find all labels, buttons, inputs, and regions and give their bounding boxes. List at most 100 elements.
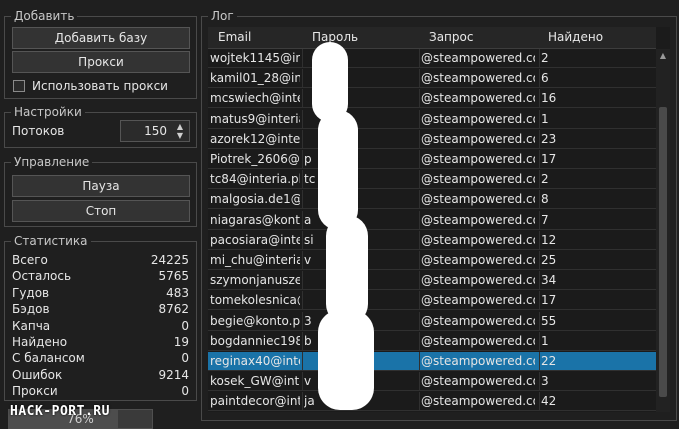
cell-found: 8 [541,192,549,207]
table-row[interactable]: tc84@interia.pltc@steampowered.com2 [208,170,656,190]
column-separator [419,372,420,391]
stats-label: Осталось [12,269,72,284]
cell-request: @steampowered.com [421,51,535,65]
cell-email: kosek_GW@inte [210,374,300,389]
stats-value: 19 [173,335,189,349]
stats-group-title: Статистика [11,233,91,249]
scroll-thumb[interactable] [659,107,667,397]
cell-found: 7 [541,212,549,227]
column-header-request[interactable]: Запрос [429,30,473,44]
table-row[interactable]: bogdanniec1987b@steampowered.com1 [208,331,656,351]
table-row[interactable]: Piotrek_2606@irp@steampowered.com17 [208,150,656,169]
table-header: Email Пароль Запрос Найдено [208,27,656,49]
cell-request: @steampowered.com [421,354,535,368]
cell-email: mcswiech@interi [210,91,300,106]
column-separator [302,69,303,88]
column-separator [419,69,420,88]
column-separator [419,392,420,411]
column-separator [419,129,420,148]
use-proxy-checkbox[interactable] [13,80,25,92]
column-header-found[interactable]: Найдено [548,30,603,44]
stats-row: Бэдов 8762 [12,302,189,318]
add-base-button[interactable]: Добавить базу [12,27,190,49]
column-separator [302,291,303,310]
log-table[interactable]: Email Пароль Запрос Найдено wojtek1145@i… [208,27,670,412]
table-row[interactable]: szymonjanuszew @steampowered.com 34 [208,271,656,291]
table-row[interactable]: niagaras@kontoa@steampowered.com7 [208,210,656,230]
cell-email: mi_chu@interia.p [210,253,300,267]
spin-up-icon[interactable]: ▲ [174,122,186,131]
stats-row: Осталось 5765 [12,269,189,285]
table-row[interactable]: malgosia.de1@ir @steampowered.com 8 [208,190,656,210]
table-row[interactable]: mcswiech@interi @steampowered.com 16 [208,89,656,109]
column-separator [539,251,540,269]
column-separator [302,230,303,249]
cell-found: 17 [541,152,557,166]
cell-found: 2 [541,51,549,65]
table-row[interactable]: mi_chu@interia.pv@steampowered.com25 [208,251,656,270]
column-separator [302,372,303,391]
proxy-button[interactable]: Прокси [12,51,190,73]
spin-down-icon[interactable]: ▼ [174,131,186,140]
column-separator [539,291,540,310]
cell-request: @steampowered.com [421,172,535,187]
cell-found: 12 [541,232,557,247]
cell-request: @steampowered.com [421,91,535,106]
threads-spinbox[interactable]: 150 ▲ ▼ [120,120,190,142]
cell-found: 42 [541,394,557,409]
cell-found: 6 [541,71,549,86]
stats-label: Гудов [12,285,50,300]
pause-button[interactable]: Пауза [12,175,190,197]
table-row[interactable]: matus9@interia. @steampowered.com 1 [208,109,656,129]
column-separator [302,170,303,189]
table-row[interactable]: kamil01_28@inte @steampowered.com 6 [208,69,656,89]
table-row[interactable]: tomekolesnica@ @steampowered.com 17 [208,291,656,311]
column-separator [419,271,420,290]
column-separator [419,352,420,370]
cell-request: @steampowered.com [421,152,535,166]
table-row[interactable]: kosek_GW@intev@steampowered.com3 [208,372,656,392]
cell-found: 23 [541,131,557,146]
cell-email: paintdecor@inte [210,394,300,409]
stats-label: Ошибок [12,367,63,382]
redaction-mark [318,310,374,410]
table-row[interactable]: reginax40@inter @steampowered.com 22 [208,352,656,371]
column-separator [539,150,540,168]
column-separator [419,311,420,330]
column-separator [302,352,303,370]
column-separator [539,170,540,189]
stats-value: 24225 [150,253,189,267]
stats-row: С балансом 0 [12,351,189,367]
cell-request: @steampowered.com [421,232,535,247]
cell-found: 25 [541,253,557,267]
log-group-title: Лог [208,8,237,24]
use-proxy-label: Использовать прокси [32,79,168,93]
column-separator [539,109,540,128]
column-header-email[interactable]: Email [218,30,251,44]
column-separator [302,190,303,209]
cell-request: @steampowered.com [421,293,535,308]
cell-request: @steampowered.com [421,374,535,389]
table-row[interactable]: paintdecor@inteja@steampowered.com42 [208,392,656,412]
cell-email: begie@konto.pl [210,313,300,328]
cell-request: @steampowered.com [421,333,535,348]
cell-request: @steampowered.com [421,111,535,126]
cell-email: bogdanniec1987 [210,333,300,348]
column-separator [539,271,540,290]
spin-arrows[interactable]: ▲ ▼ [174,122,186,140]
cell-email: tomekolesnica@ [210,293,300,308]
table-row[interactable]: pacosiara@intersi@steampowered.com12 [208,230,656,250]
cell-found: 1 [541,333,549,348]
table-row[interactable]: wojtek1145@inte @steampowered.com 2 [208,49,656,68]
table-row[interactable]: azorek12@interi @steampowered.com 23 [208,129,656,149]
threads-value[interactable]: 150 [144,123,167,139]
cell-email: malgosia.de1@ir [210,192,300,207]
scroll-up-icon[interactable]: ▲ [656,49,670,63]
redaction-mark [326,215,368,325]
stop-button[interactable]: Стоп [12,200,190,222]
column-separator [302,210,303,229]
table-row[interactable]: begie@konto.pl3@steampowered.com55 [208,311,656,331]
column-separator [419,49,420,67]
column-separator [302,271,303,290]
vertical-scrollbar[interactable]: ▲ [656,49,670,412]
